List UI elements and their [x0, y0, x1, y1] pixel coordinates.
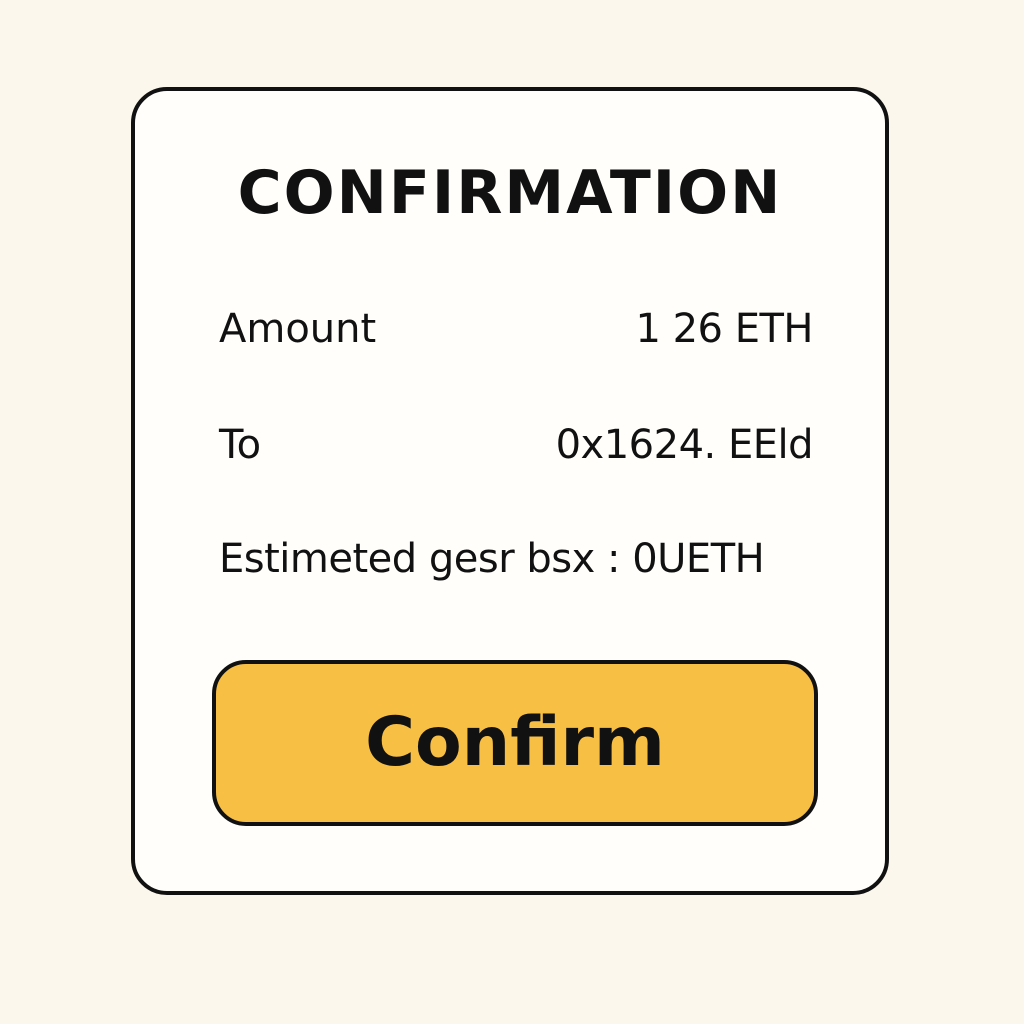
dialog-title: CONFIRMATION: [237, 158, 783, 228]
amount-value: 1 26 ETH: [635, 306, 813, 352]
gas-fee-row: Estimeted gesr bsx : 0UETH: [219, 533, 813, 585]
recipient-label: To: [219, 422, 262, 468]
amount-row: Amount 1 26 ETH: [219, 303, 813, 355]
gas-fee-text: Estimeted gesr bsx : 0UETH: [219, 536, 765, 582]
confirm-button[interactable]: Confirm: [212, 660, 818, 826]
amount-label: Amount: [219, 306, 377, 352]
confirmation-dialog: CONFIRMATION Amount 1 26 ETH To 0x1624. …: [131, 87, 889, 895]
confirm-button-label: Confirm: [365, 703, 665, 782]
recipient-address: 0x1624. EEld: [555, 422, 814, 468]
page: CONFIRMATION Amount 1 26 ETH To 0x1624. …: [0, 0, 1024, 1024]
recipient-row: To 0x1624. EEld: [219, 419, 814, 471]
